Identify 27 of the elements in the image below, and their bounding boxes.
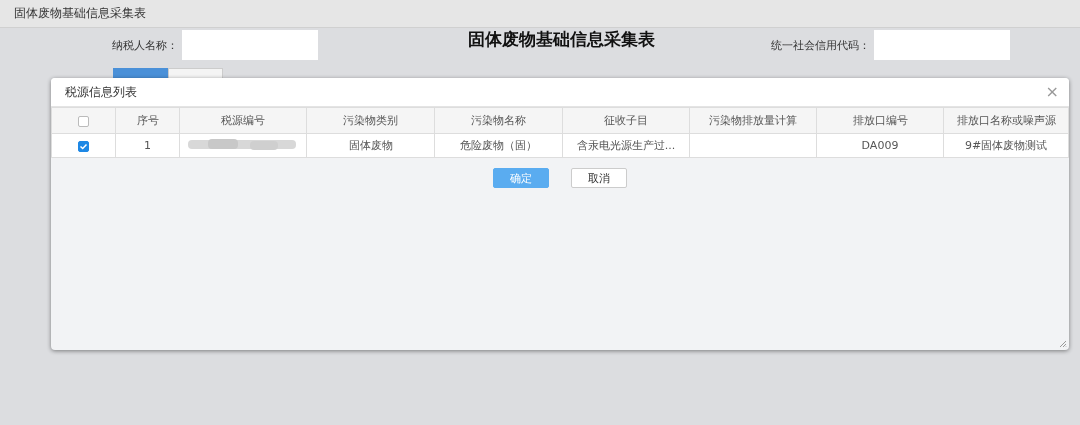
table-cell: 1 [115,133,180,158]
column-header: 污染物名称 [434,107,563,134]
checkbox[interactable] [78,115,89,127]
resize-grip-icon[interactable] [1059,340,1067,348]
table-cell: 9#固体废物测试 [943,133,1069,158]
form-heading: 固体废物基础信息采集表 [467,28,655,51]
column-header: 排放口名称或噪声源 [943,107,1069,134]
close-icon[interactable]: × [1045,84,1059,100]
input-field[interactable] [182,30,318,60]
column-header: 征收子目 [562,107,690,134]
checkbox[interactable] [78,140,89,152]
field-label: 纳税人名称： [112,37,178,53]
table-cell: 含汞电光源生产过... [562,133,690,158]
table-cell: DA009 [816,133,944,158]
column-header: 排放口编号 [816,107,944,134]
window-title: 固体废物基础信息采集表 [14,5,146,22]
table-cell: 固体废物 [306,133,435,158]
column-header: 税源编号 [179,107,307,134]
column-header: 序号 [115,107,180,134]
column-header: 污染物类别 [306,107,435,134]
field-label: 统一社会信用代码： [771,37,870,53]
table-cell: 危险废物（固） [434,133,563,158]
dialog-title: 税源信息列表 [65,83,137,101]
dialog-button[interactable]: 确定 [493,168,549,188]
dialog-button[interactable]: 取消 [571,168,627,188]
column-header: 污染物排放量计算 [689,107,817,134]
input-field[interactable] [874,30,1010,60]
